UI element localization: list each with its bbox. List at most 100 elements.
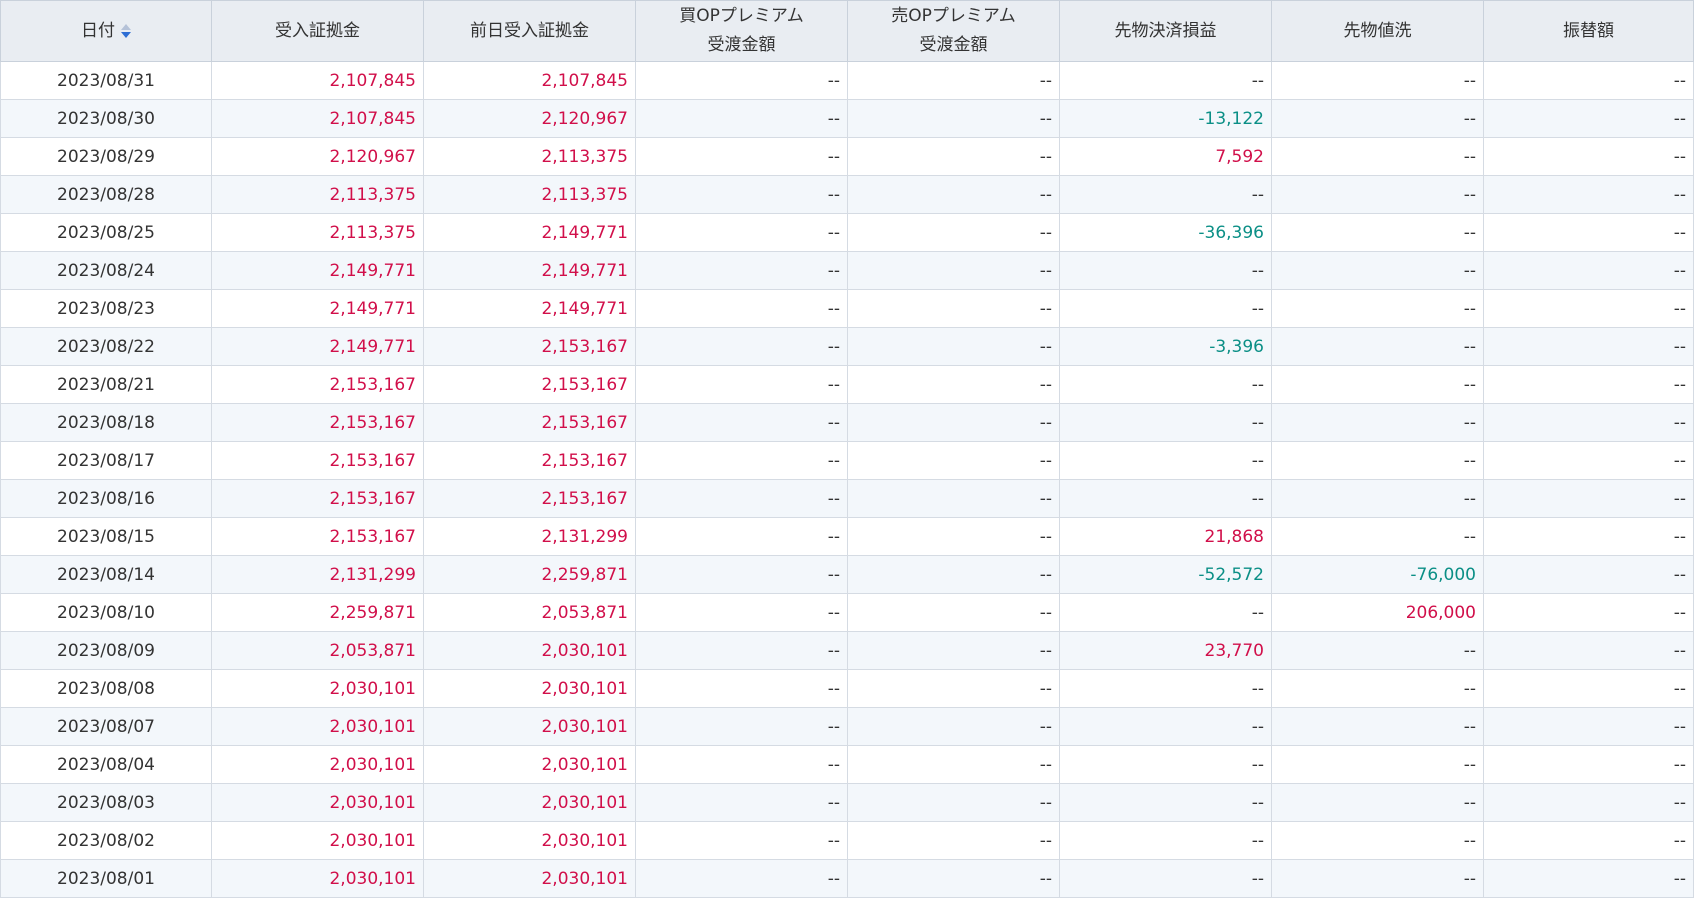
cell-prev-margin: 2,120,967 [423, 99, 636, 138]
column-header-buy-op: 買OPプレミアム 受渡金額 [635, 0, 848, 62]
column-header-transfer: 振替額 [1483, 0, 1694, 62]
cell-buy-op: -- [635, 707, 848, 746]
cell-buy-op: -- [635, 365, 848, 404]
cell-transfer: -- [1483, 479, 1694, 518]
cell-sell-op: -- [847, 99, 1060, 138]
cell-futures-pl: -- [1059, 783, 1272, 822]
cell-futures-pl: -- [1059, 745, 1272, 784]
cell-prev-margin: 2,053,871 [423, 593, 636, 632]
cell-futures-mtm: -- [1271, 707, 1484, 746]
cell-transfer: -- [1483, 99, 1694, 138]
cell-buy-op: -- [635, 631, 848, 670]
cell-transfer: -- [1483, 213, 1694, 252]
cell-buy-op: -- [635, 99, 848, 138]
cell-margin: 2,131,299 [211, 555, 424, 594]
cell-transfer: -- [1483, 707, 1694, 746]
column-header-text: 前日受入証拠金 [470, 17, 589, 46]
column-header-margin: 受入証拠金 [211, 0, 424, 62]
table-body: 2023/08/31 2,107,845 2,107,845 -- -- -- -- -- 20… [0, 61, 1694, 898]
cell-transfer: -- [1483, 327, 1694, 366]
cell-margin: 2,030,101 [211, 821, 424, 860]
table-row: 2023/08/14 2,131,299 2,259,871 -- -- -52,572-… [0, 555, 1694, 594]
column-header-label: 買OPプレミアム [679, 6, 804, 26]
cell-buy-op: -- [635, 745, 848, 784]
cell-date: 2023/08/14 [0, 555, 212, 594]
cell-prev-margin: 2,153,167 [423, 365, 636, 404]
cell-date: 2023/08/23 [0, 289, 212, 328]
cell-futures-pl: -- [1059, 365, 1272, 404]
cell-futures-pl: -- [1059, 669, 1272, 708]
cell-futures-pl: 21,868 [1059, 517, 1272, 556]
column-header-label-group: 先物決済損益 [1115, 17, 1217, 46]
cell-margin: 2,153,167 [211, 365, 424, 404]
cell-margin: 2,153,167 [211, 403, 424, 442]
cell-transfer: -- [1483, 783, 1694, 822]
column-header-label-group: 振替額 [1563, 17, 1614, 46]
cell-margin: 2,153,167 [211, 479, 424, 518]
cell-buy-op: -- [635, 175, 848, 214]
column-header-label: 売OPプレミアム [891, 6, 1016, 26]
cell-prev-margin: 2,259,871 [423, 555, 636, 594]
cell-date: 2023/08/07 [0, 707, 212, 746]
cell-futures-mtm: -76,000 [1271, 555, 1484, 594]
header-row: 日付 受入証拠金 前日受入証拠金 買OPプレミアム 受渡金額 売OPプレミアム 受渡金額 先物… [0, 0, 1694, 62]
column-header-label: 受渡金額 [919, 35, 988, 55]
cell-futures-mtm: -- [1271, 517, 1484, 556]
cell-futures-mtm: -- [1271, 365, 1484, 404]
table-row: 2023/08/24 2,149,771 2,149,771 -- -- -- -- -- [0, 251, 1694, 290]
cell-sell-op: -- [847, 175, 1060, 214]
margin-history-view: 日付 受入証拠金 前日受入証拠金 買OPプレミアム 受渡金額 売OPプレミアム 受渡金額 先物… [0, 0, 1695, 910]
table-row: 2023/08/23 2,149,771 2,149,771 -- -- -- -- -- [0, 289, 1694, 328]
cell-margin: 2,149,771 [211, 251, 424, 290]
cell-date: 2023/08/03 [0, 783, 212, 822]
column-header-prev-margin: 前日受入証拠金 [423, 0, 636, 62]
cell-transfer: -- [1483, 289, 1694, 328]
cell-prev-margin: 2,030,101 [423, 821, 636, 860]
table-row: 2023/08/31 2,107,845 2,107,845 -- -- -- -- -- [0, 61, 1694, 100]
cell-buy-op: -- [635, 555, 848, 594]
cell-margin: 2,153,167 [211, 441, 424, 480]
cell-futures-pl: 23,770 [1059, 631, 1272, 670]
cell-sell-op: -- [847, 517, 1060, 556]
column-header-label-group: 日付 [81, 17, 131, 46]
sort-desc-icon[interactable] [121, 20, 131, 42]
cell-sell-op: -- [847, 137, 1060, 176]
table-row: 2023/08/02 2,030,101 2,030,101 -- -- -- -- -- [0, 821, 1694, 860]
cell-futures-mtm: -- [1271, 99, 1484, 138]
column-header-date[interactable]: 日付 [0, 0, 212, 62]
cell-margin: 2,107,845 [211, 61, 424, 100]
column-header-sell-op: 売OPプレミアム 受渡金額 [847, 0, 1060, 62]
cell-sell-op: -- [847, 213, 1060, 252]
cell-futures-pl: -36,396 [1059, 213, 1272, 252]
table-row: 2023/08/16 2,153,167 2,153,167 -- -- -- -- -- [0, 479, 1694, 518]
cell-sell-op: -- [847, 403, 1060, 442]
column-header-text: 買OPプレミアム 受渡金額 [679, 2, 803, 60]
cell-sell-op: -- [847, 783, 1060, 822]
column-header-label: 前日受入証拠金 [470, 20, 589, 41]
cell-buy-op: -- [635, 517, 848, 556]
cell-prev-margin: 2,030,101 [423, 859, 636, 898]
sort-down-arrow-icon [121, 32, 131, 38]
cell-transfer: -- [1483, 61, 1694, 100]
column-header-label: 受入証拠金 [275, 20, 360, 41]
cell-margin: 2,149,771 [211, 327, 424, 366]
cell-date: 2023/08/10 [0, 593, 212, 632]
cell-futures-mtm: -- [1271, 213, 1484, 252]
cell-buy-op: -- [635, 859, 848, 898]
cell-sell-op: -- [847, 593, 1060, 632]
cell-sell-op: -- [847, 631, 1060, 670]
cell-futures-pl: -- [1059, 61, 1272, 100]
cell-buy-op: -- [635, 213, 848, 252]
cell-futures-mtm: -- [1271, 137, 1484, 176]
cell-prev-margin: 2,153,167 [423, 441, 636, 480]
cell-date: 2023/08/02 [0, 821, 212, 860]
column-header-futures-mtm: 先物値洗 [1271, 0, 1484, 62]
cell-transfer: -- [1483, 555, 1694, 594]
cell-sell-op: -- [847, 745, 1060, 784]
cell-prev-margin: 2,030,101 [423, 707, 636, 746]
table-row: 2023/08/29 2,120,967 2,113,375 -- -- 7,592 -- -… [0, 137, 1694, 176]
cell-futures-mtm: -- [1271, 859, 1484, 898]
cell-margin: 2,120,967 [211, 137, 424, 176]
cell-prev-margin: 2,153,167 [423, 479, 636, 518]
cell-date: 2023/08/04 [0, 745, 212, 784]
